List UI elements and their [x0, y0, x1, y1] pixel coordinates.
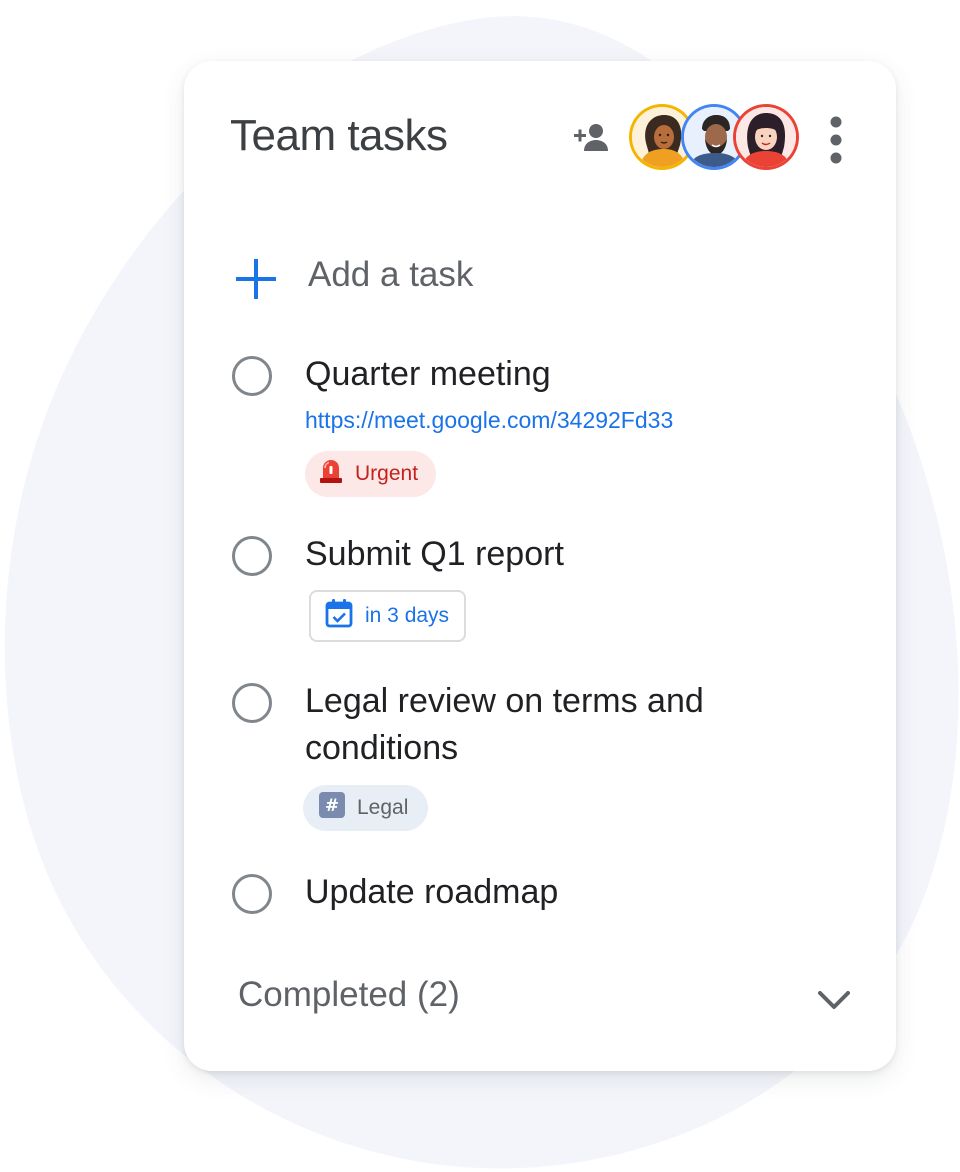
task-checkbox[interactable]	[232, 356, 272, 396]
task-title[interactable]: Submit Q1 report	[305, 531, 745, 578]
task-title[interactable]: Legal review on terms and conditions	[305, 678, 745, 772]
add-task-button[interactable]: Add a task	[234, 253, 634, 301]
chip-label: in 3 days	[365, 604, 450, 627]
more-options-button[interactable]	[822, 115, 850, 165]
add-task-label: Add a task	[308, 255, 474, 294]
label-chip[interactable]: # Legal	[303, 785, 429, 831]
more-vert-icon	[830, 116, 842, 164]
avatar[interactable]	[736, 107, 796, 167]
siren-icon	[319, 458, 343, 490]
chevron-down-icon	[818, 991, 850, 1009]
member-avatars	[632, 107, 798, 173]
avatar[interactable]	[684, 107, 744, 167]
avatar[interactable]	[632, 107, 692, 167]
plus-icon	[236, 259, 276, 299]
tasks-card: Team tasks Add a task Quarter meeting ht…	[184, 61, 896, 1071]
completed-label: Completed (2)	[238, 975, 460, 1014]
urgent-chip[interactable]: Urgent	[305, 451, 437, 497]
chip-label: Legal	[357, 796, 409, 819]
avatar-woman-icon	[632, 107, 692, 167]
avatar-man-icon	[684, 107, 744, 167]
due-date-chip[interactable]: in 3 days	[309, 590, 467, 642]
chip-label: Urgent	[355, 462, 419, 485]
task-checkbox[interactable]	[232, 683, 272, 723]
task-link[interactable]: https://meet.google.com/34292Fd33	[305, 407, 673, 434]
task-checkbox[interactable]	[232, 536, 272, 576]
task-title[interactable]: Update roadmap	[305, 869, 745, 916]
page-title: Team tasks	[230, 111, 448, 160]
task-title[interactable]: Quarter meeting	[305, 351, 745, 398]
avatar-woman-glasses-icon	[736, 107, 796, 167]
completed-section-toggle[interactable]: Completed (2)	[238, 971, 854, 1027]
person-add-icon	[574, 124, 608, 151]
share-button[interactable]	[572, 121, 612, 157]
svg-text:#: #	[325, 796, 339, 816]
calendar-check-icon	[325, 598, 353, 634]
hashtag-icon: #	[319, 792, 345, 824]
task-checkbox[interactable]	[232, 874, 272, 914]
